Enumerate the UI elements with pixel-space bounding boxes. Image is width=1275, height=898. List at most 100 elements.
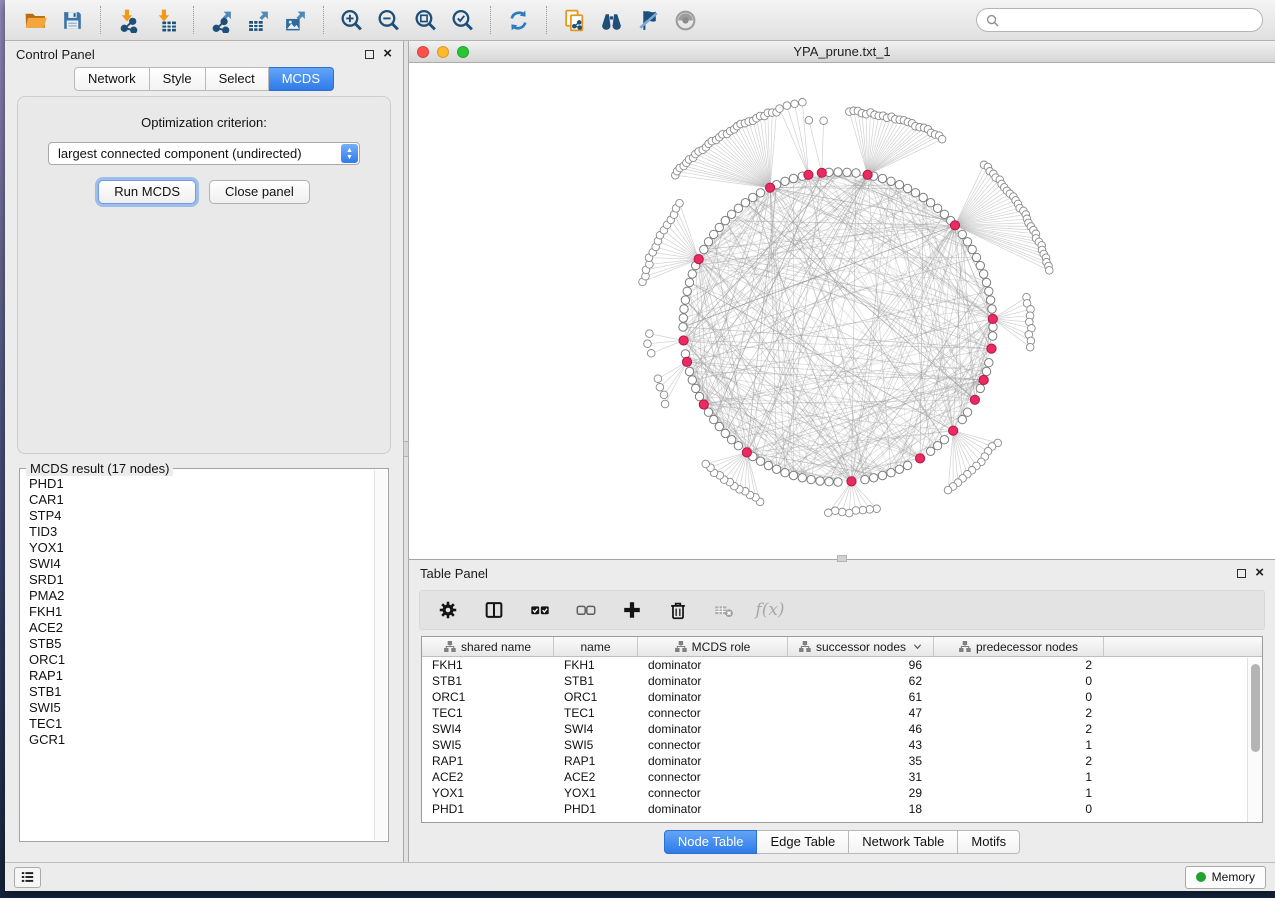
apply-function-button[interactable]: f(x) [752, 594, 788, 626]
network-graph[interactable] [409, 63, 1275, 559]
table-row[interactable]: PHD1PHD1dominator180 [422, 801, 1262, 817]
import-table-icon [153, 8, 178, 33]
zoom-in-button[interactable] [333, 4, 370, 36]
network-canvas[interactable] [409, 63, 1275, 559]
import-table-button[interactable] [147, 4, 184, 36]
delete-table-button[interactable] [706, 594, 742, 626]
column-header-mcds-role[interactable]: MCDS role [638, 637, 788, 656]
mcds-result-item[interactable]: YOX1 [29, 540, 374, 556]
close-panel-icon[interactable]: × [383, 49, 392, 59]
tab-motifs[interactable]: Motifs [958, 830, 1020, 854]
table-scrollbar-thumb[interactable] [1251, 664, 1260, 752]
table-tabs: Node Table Edge Table Network Table Moti… [409, 830, 1275, 854]
mcds-result-item[interactable]: SRD1 [29, 572, 374, 588]
search-input[interactable] [1004, 12, 1253, 28]
refresh-icon [506, 8, 531, 33]
close-window-icon[interactable] [417, 46, 429, 58]
status-bar: Memory [5, 862, 1275, 891]
close-panel-button[interactable]: Close panel [209, 180, 310, 204]
save-session-button[interactable] [54, 4, 91, 36]
zoom-selected-button[interactable] [444, 4, 481, 36]
refresh-button[interactable] [500, 4, 537, 36]
table-cell: 43 [788, 738, 934, 752]
table-row[interactable]: TEC1TEC1connector472 [422, 705, 1262, 721]
mcds-result-item[interactable]: PMA2 [29, 588, 374, 604]
network-search-box [976, 8, 1263, 32]
mcds-result-item[interactable]: TEC1 [29, 716, 374, 732]
zoom-fit-button[interactable] [407, 4, 444, 36]
import-network-button[interactable] [110, 4, 147, 36]
criterion-select[interactable]: largest connected component (undirected)… [48, 142, 360, 165]
table-cell: FKH1 [554, 658, 638, 672]
minimize-window-icon[interactable] [437, 46, 449, 58]
tab-node-table[interactable]: Node Table [664, 830, 758, 854]
table-row[interactable]: SWI4SWI4dominator462 [422, 721, 1262, 737]
memory-button[interactable]: Memory [1185, 866, 1266, 889]
tab-network-table[interactable]: Network Table [849, 830, 958, 854]
export-image-button[interactable] [277, 4, 314, 36]
table-cell: dominator [638, 802, 788, 816]
clone-network-button[interactable] [556, 4, 593, 36]
mcds-result-item[interactable]: FKH1 [29, 604, 374, 620]
table-panel-splitter-grip[interactable] [837, 555, 847, 562]
mcds-result-item[interactable]: STP4 [29, 508, 374, 524]
show-details-button[interactable] [667, 4, 704, 36]
mcds-result-item[interactable]: PHD1 [29, 476, 374, 492]
mcds-result-item[interactable]: SWI4 [29, 556, 374, 572]
table-scrollbar[interactable] [1247, 658, 1262, 822]
maximize-window-icon[interactable] [457, 46, 469, 58]
zoom-out-button[interactable] [370, 4, 407, 36]
open-file-button[interactable] [17, 4, 54, 36]
hide-details-button[interactable] [630, 4, 667, 36]
run-mcds-button[interactable]: Run MCDS [98, 180, 196, 204]
tab-mcds[interactable]: MCDS [269, 67, 334, 91]
mcds-result-item[interactable]: TID3 [29, 524, 374, 540]
deselect-all-rows-button[interactable] [568, 594, 604, 626]
table-cell: 1 [934, 786, 1104, 800]
attribute-icon [675, 641, 687, 653]
table-cell: dominator [638, 754, 788, 768]
task-history-button[interactable] [14, 867, 41, 888]
show-columns-button[interactable] [476, 594, 512, 626]
export-network-button[interactable] [203, 4, 240, 36]
delete-columns-button[interactable] [660, 594, 696, 626]
export-table-button[interactable] [240, 4, 277, 36]
mcds-result-item[interactable]: CAR1 [29, 492, 374, 508]
table-row[interactable]: ORC1ORC1dominator610 [422, 689, 1262, 705]
float-table-panel-icon[interactable] [1237, 569, 1246, 578]
column-header-predecessor-nodes[interactable]: predecessor nodes [934, 637, 1104, 656]
table-row[interactable]: ACE2ACE2connector311 [422, 769, 1262, 785]
column-header-successor-nodes[interactable]: successor nodes [788, 637, 934, 656]
table-row[interactable]: FKH1FKH1dominator962 [422, 657, 1262, 673]
mcds-result-item[interactable]: STB5 [29, 636, 374, 652]
mcds-list-scrollbar[interactable] [374, 470, 387, 840]
tab-edge-table[interactable]: Edge Table [757, 830, 849, 854]
mcds-result-item[interactable]: SWI5 [29, 700, 374, 716]
tab-network[interactable]: Network [74, 67, 150, 91]
table-mode-button[interactable] [430, 594, 466, 626]
create-column-button[interactable] [614, 594, 650, 626]
mcds-result-item[interactable]: ACE2 [29, 620, 374, 636]
table-cell: 62 [788, 674, 934, 688]
hide-details-icon [636, 8, 661, 33]
column-header-shared-name[interactable]: shared name [422, 637, 554, 656]
table-row[interactable]: RAP1RAP1dominator352 [422, 753, 1262, 769]
table-row[interactable]: STB1STB1dominator620 [422, 673, 1262, 689]
tab-style[interactable]: Style [150, 67, 206, 91]
mcds-result-item[interactable]: RAP1 [29, 668, 374, 684]
mcds-result-item[interactable]: STB1 [29, 684, 374, 700]
table-cell: SWI4 [422, 722, 554, 736]
float-panel-icon[interactable] [365, 50, 374, 59]
table-row[interactable]: YOX1YOX1connector291 [422, 785, 1262, 801]
close-table-panel-icon[interactable]: × [1255, 568, 1264, 578]
tab-select[interactable]: Select [206, 67, 269, 91]
table-row[interactable]: SWI5SWI5connector431 [422, 737, 1262, 753]
select-all-rows-button[interactable] [522, 594, 558, 626]
table-cell: 2 [934, 658, 1104, 672]
first-neighbors-button[interactable] [593, 4, 630, 36]
criterion-selected-value: largest connected component (undirected) [58, 146, 302, 161]
table-cell: SWI5 [554, 738, 638, 752]
mcds-result-item[interactable]: ORC1 [29, 652, 374, 668]
column-header-name[interactable]: name [554, 637, 638, 656]
mcds-result-item[interactable]: GCR1 [29, 732, 374, 748]
